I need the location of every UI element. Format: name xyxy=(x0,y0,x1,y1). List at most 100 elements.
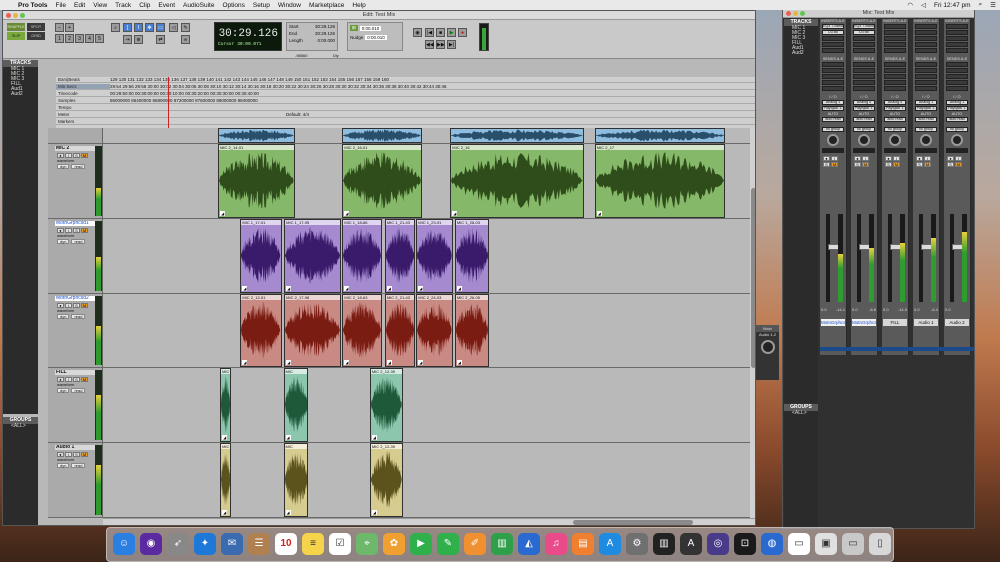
zoom-preset-1[interactable]: 1 xyxy=(55,34,64,43)
reminders-icon[interactable]: ☑ xyxy=(329,533,351,555)
ruler-row[interactable]: Timecode 00:29:50:00 00:30:00:00 00:30:10… xyxy=(56,91,755,97)
menubar-clock[interactable]: Fri 12:47 pm xyxy=(930,2,975,9)
group-selector[interactable]: no group xyxy=(822,127,844,132)
insert-slot-b[interactable]: D3 Bk xyxy=(822,30,844,35)
send-slot[interactable] xyxy=(915,74,937,79)
mix-zoom-button[interactable] xyxy=(800,11,805,16)
scrubber-tool-icon[interactable]: ◁ xyxy=(169,23,178,32)
network-icon[interactable]: ◍ xyxy=(761,533,783,555)
insert-slot-a[interactable] xyxy=(946,24,968,29)
solo-button[interactable]: S xyxy=(823,162,830,167)
messages-icon[interactable]: ✎ xyxy=(437,533,459,555)
menu-event[interactable]: Event xyxy=(154,2,179,9)
send-slot[interactable] xyxy=(884,68,906,73)
group-selector[interactable]: no group xyxy=(915,127,937,132)
ruler-row[interactable]: Min:Secs 29:54 29:56 29:58 30:00 30:02 30… xyxy=(56,84,755,90)
finder-icon[interactable]: ☺ xyxy=(113,533,135,555)
channel-name[interactable]: MotnGrphcs2 xyxy=(852,319,876,326)
vertical-scrollbar[interactable] xyxy=(750,128,755,518)
send-slot[interactable] xyxy=(946,74,968,79)
pan-value[interactable] xyxy=(884,148,906,153)
mix-tracks-list-item[interactable]: Aud2 xyxy=(784,51,818,56)
timeline-rulers[interactable]: Bars|Beats 129 130 131 132 133 134 135 13… xyxy=(56,77,755,128)
insert-slot-d[interactable] xyxy=(853,42,875,47)
automation-mode-selector[interactable]: read xyxy=(71,164,86,169)
audio-clip[interactable]: MIC 2_16-01 ◢ xyxy=(342,144,423,218)
group-selector[interactable]: no group xyxy=(946,127,968,132)
mix-groups-list-item[interactable]: <ALL> xyxy=(784,411,818,416)
menu-track[interactable]: Track xyxy=(111,2,135,9)
send-slot[interactable] xyxy=(915,80,937,85)
go-to-end-button[interactable]: ▶| xyxy=(447,40,456,49)
automation-mode-selector[interactable]: auto read xyxy=(853,117,875,122)
tracks-list-item[interactable]: Aud2 xyxy=(3,92,38,97)
close-button[interactable] xyxy=(6,13,11,18)
play-button[interactable]: ▶ xyxy=(447,28,456,37)
menu-options[interactable]: Options xyxy=(218,2,248,9)
trim-tool-icon[interactable]: [ xyxy=(123,23,132,32)
input-selector[interactable]: Analog 1 xyxy=(946,100,968,105)
solo-button[interactable]: S xyxy=(885,162,892,167)
playlist-selector[interactable]: dyn xyxy=(57,314,70,319)
grid-toggle-icon[interactable]: ⊞ xyxy=(350,25,358,31)
photos-icon[interactable]: ✿ xyxy=(383,533,405,555)
edit-mode-slip[interactable]: SLIP xyxy=(7,32,25,40)
volume-fader[interactable] xyxy=(826,214,840,302)
system-preferences-icon[interactable]: ⚙ xyxy=(626,533,648,555)
wifi-icon[interactable]: ◠ xyxy=(903,1,917,9)
input-monitor-button[interactable]: I xyxy=(831,156,838,161)
record-arm-button[interactable]: ● xyxy=(823,156,830,161)
audio-clip[interactable]: MIC ◢ xyxy=(283,368,309,442)
menu-audiosuite[interactable]: AudioSuite xyxy=(179,2,218,9)
output-selector[interactable]: Playback 1-2 xyxy=(822,106,844,111)
insert-slot-a[interactable] xyxy=(884,24,906,29)
pan-value[interactable] xyxy=(946,148,968,153)
pro-tools-icon[interactable]: ◎ xyxy=(707,533,729,555)
menu-window[interactable]: Window xyxy=(274,2,305,9)
audio-clip[interactable]: MIC 1_17-01 ◢ xyxy=(240,219,282,293)
volume-value[interactable]: 0.0 xyxy=(852,307,858,312)
send-slot[interactable] xyxy=(946,68,968,73)
piano-icon[interactable]: ▥ xyxy=(653,533,675,555)
playlist-selector[interactable]: dyn xyxy=(57,239,70,244)
mute-button[interactable]: M xyxy=(81,377,88,382)
playlist-selector[interactable]: dyn xyxy=(57,388,70,393)
edit-mode-spot[interactable]: SPOT xyxy=(27,23,45,31)
mute-button[interactable]: M xyxy=(81,452,88,457)
output-selector[interactable]: Playback 1-2 xyxy=(884,106,906,111)
insert-slot-c[interactable] xyxy=(884,36,906,41)
menu-marketplace[interactable]: Marketplace xyxy=(305,2,348,9)
mix-close-button[interactable] xyxy=(786,11,791,16)
pan-knob[interactable] xyxy=(951,134,963,146)
audio-clip[interactable]: MIC 2_17-98 ◢ xyxy=(284,294,342,367)
start-value[interactable]: 30:29.126 xyxy=(315,23,335,30)
audio-clip[interactable]: MIC 2_18-63 ◢ xyxy=(342,294,383,367)
automation-mode-selector[interactable]: read xyxy=(71,463,86,468)
ruler-row[interactable]: Markers xyxy=(56,119,755,125)
pan-value[interactable] xyxy=(915,148,937,153)
mute-button[interactable]: M xyxy=(81,303,88,308)
send-slot[interactable] xyxy=(884,80,906,85)
itunes-icon[interactable]: ♫ xyxy=(545,533,567,555)
menu-clip[interactable]: Clip xyxy=(135,2,154,9)
zoom-preset-4[interactable]: 4 xyxy=(85,34,94,43)
input-selector[interactable]: Analog 1 xyxy=(915,100,937,105)
channel-name[interactable]: MotnGrphcs1 xyxy=(821,319,845,326)
automation-mode-selector[interactable]: auto read xyxy=(884,117,906,122)
input-selector[interactable]: Analog 4 xyxy=(884,100,906,105)
groups-list-item[interactable]: <ALL> xyxy=(3,424,38,429)
send-slot[interactable] xyxy=(822,62,844,67)
input-monitor-button[interactable]: I xyxy=(893,156,900,161)
insert-slot-a[interactable]: EQ3 7-Band xyxy=(853,24,875,29)
send-slot[interactable] xyxy=(915,86,937,91)
length-value[interactable]: 0:00.000 xyxy=(317,37,335,44)
mute-button[interactable]: M xyxy=(893,162,900,167)
audio-clip[interactable]: MIC 2_24-03 ◢ xyxy=(416,294,453,367)
selector-tool-icon[interactable]: I xyxy=(134,23,143,32)
scanner-icon[interactable]: ▭ xyxy=(842,533,864,555)
fast-forward-button[interactable]: ▶▶ xyxy=(436,40,445,49)
main-counter[interactable]: 30:29.126 Cursor 30:00.071 xyxy=(214,22,282,51)
send-slot[interactable] xyxy=(853,86,875,91)
edit-mode-shuffle[interactable]: SHUFFLE xyxy=(7,23,25,31)
horizontal-scrollbar[interactable] xyxy=(103,518,755,525)
